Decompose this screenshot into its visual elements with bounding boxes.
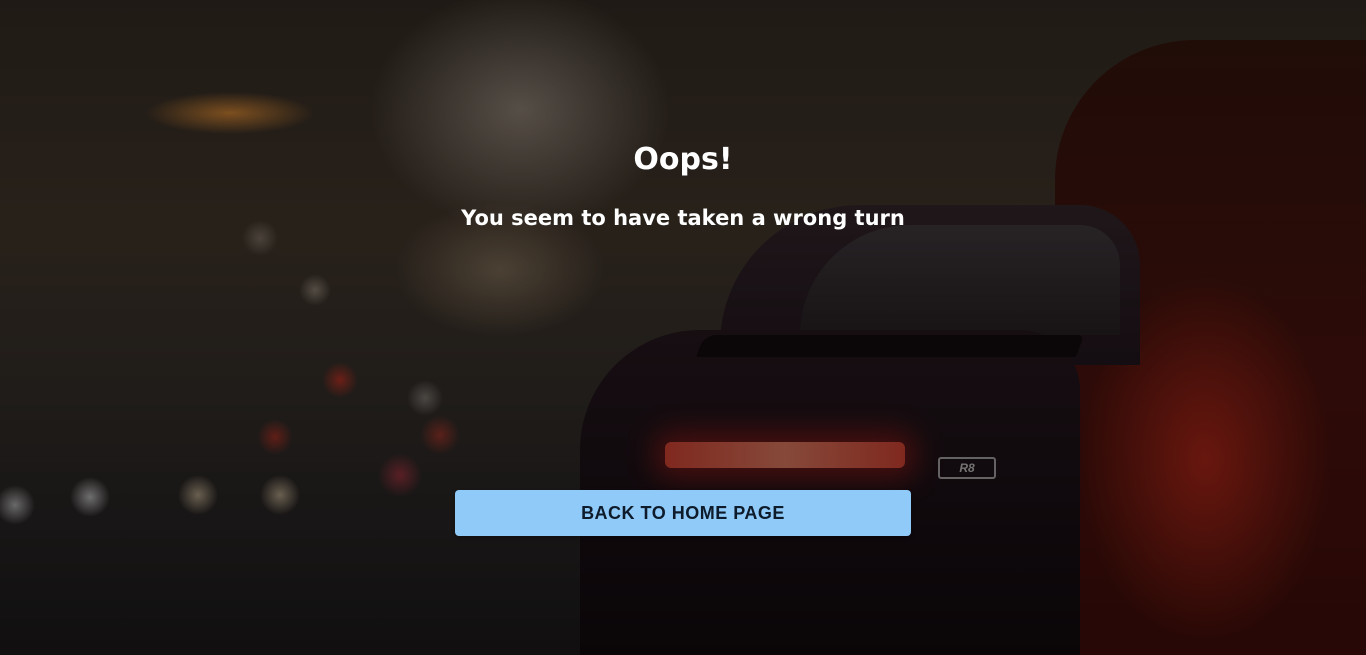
error-content: Oops! You seem to have taken a wrong tur… — [0, 0, 1366, 655]
back-to-home-button[interactable]: BACK TO HOME PAGE — [455, 490, 911, 536]
error-title: Oops! — [633, 142, 733, 177]
error-message: You seem to have taken a wrong turn — [461, 206, 905, 230]
error-page: R8 Oops! You seem to have taken a wrong … — [0, 0, 1366, 655]
